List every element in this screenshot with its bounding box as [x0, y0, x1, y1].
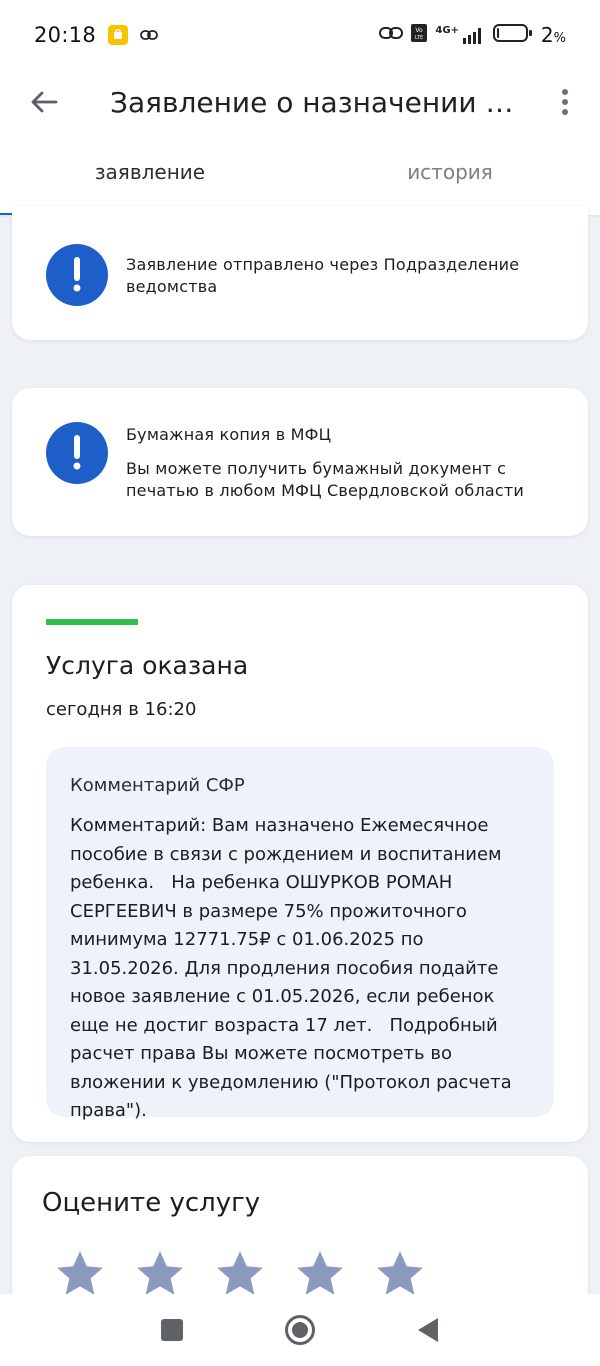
tab-history[interactable]: история: [300, 134, 600, 217]
star-icon[interactable]: [374, 1248, 426, 1300]
comment-title: Комментарий СФР: [70, 775, 245, 796]
more-options-button[interactable]: [550, 77, 580, 127]
arrow-left-icon: [31, 91, 58, 113]
back-button[interactable]: [14, 72, 74, 132]
exclamation-icon: [46, 422, 108, 484]
battery-unit: %: [553, 31, 566, 46]
screen: 20:18 Vo LTE 4G+ 2% Заявление о назначен…: [0, 0, 600, 1366]
home-button[interactable]: [280, 1310, 320, 1350]
battery-percent: 2%: [541, 23, 566, 47]
link-icon: [140, 26, 158, 45]
notice-card-sent: Заявление отправлено через Подразделение…: [12, 206, 588, 340]
status-time: 20:18: [34, 23, 97, 47]
rating-title: Оцените услугу: [42, 1188, 261, 1218]
signal-icon: 4G+: [435, 26, 485, 44]
notice-title: Бумажная копия в МФЦ: [126, 425, 332, 444]
svg-text:Vo: Vo: [416, 27, 424, 34]
status-title: Услуга оказана: [46, 651, 249, 680]
status-time: сегодня в 16:20: [46, 699, 197, 720]
svg-text:LTE: LTE: [415, 35, 423, 41]
rating-stars: [54, 1248, 426, 1300]
system-nav-bar: [0, 1294, 600, 1366]
recents-button[interactable]: [152, 1310, 192, 1350]
home-circle-icon: [285, 1315, 315, 1345]
battery-icon: [492, 23, 533, 47]
more-vertical-icon: [562, 89, 568, 115]
notice-card-paper-copy: Бумажная копия в МФЦ Вы можете получить …: [12, 388, 588, 536]
tab-application[interactable]: заявление: [0, 134, 300, 217]
exclamation-icon: [46, 244, 108, 306]
volte-icon: Vo LTE: [411, 24, 428, 46]
star-icon[interactable]: [294, 1248, 346, 1300]
notification-app-icon: [108, 25, 129, 45]
back-nav-button[interactable]: [408, 1310, 448, 1350]
hotspot-link-icon: [379, 25, 404, 45]
app-bar: Заявление о назначении ежемесячного посо…: [0, 70, 600, 134]
square-icon: [161, 1319, 183, 1341]
comment-body: Комментарий: Вам назначено Ежемесячное п…: [70, 815, 518, 1121]
status-bar: 20:18 Vo LTE 4G+ 2%: [0, 0, 600, 70]
status-card: Услуга оказана сегодня в 16:20 Комментар…: [12, 585, 588, 1142]
status-indicator-bar: [46, 619, 138, 625]
star-icon[interactable]: [214, 1248, 266, 1300]
notice-text: Вы можете получить бумажный документ с п…: [126, 459, 525, 500]
star-icon[interactable]: [54, 1248, 106, 1300]
tab-bar: заявление история: [0, 134, 600, 217]
battery-value: 2: [540, 23, 554, 47]
notice-text: Заявление отправлено через Подразделение…: [126, 255, 520, 296]
comment-box: Комментарий СФР Комментарий: Вам назначе…: [46, 747, 554, 1121]
star-icon[interactable]: [134, 1248, 186, 1300]
page-title: Заявление о назначении ежемесячного посо…: [110, 85, 530, 119]
triangle-back-icon: [418, 1318, 438, 1342]
network-type: 4G+: [435, 25, 459, 36]
